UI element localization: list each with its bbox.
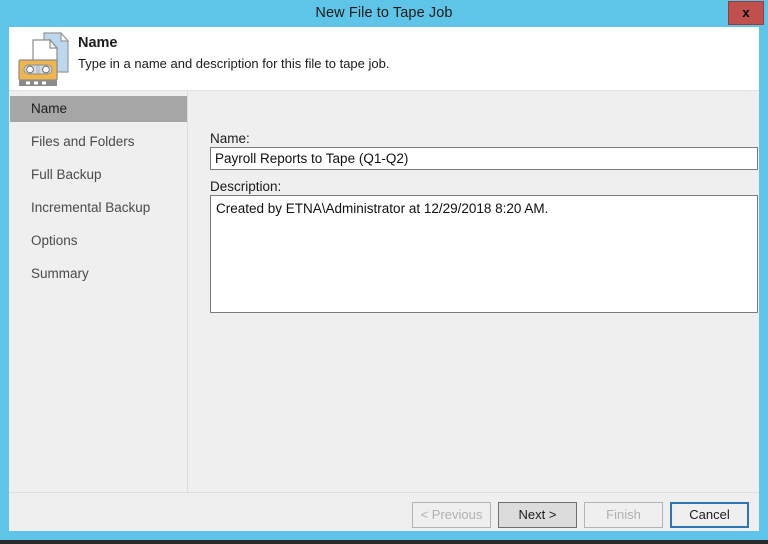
description-textarea[interactable] <box>210 195 758 313</box>
next-button[interactable]: Next > <box>498 502 577 528</box>
sidebar-item-full-backup[interactable]: Full Backup <box>10 162 187 188</box>
dialog-client-area: Name Type in a name and description for … <box>9 27 759 531</box>
finish-button[interactable]: Finish <box>584 502 663 528</box>
dialog-footer: < Previous Next > Finish Cancel <box>9 492 759 531</box>
wizard-step-list: Name Files and Folders Full Backup Incre… <box>9 91 188 492</box>
name-input[interactable] <box>210 147 758 170</box>
tape-and-files-icon <box>16 30 74 88</box>
title-bar: New File to Tape Job x <box>0 0 768 27</box>
sidebar-item-files-and-folders[interactable]: Files and Folders <box>10 129 187 155</box>
sidebar-item-options[interactable]: Options <box>10 228 187 254</box>
close-button[interactable]: x <box>728 1 764 25</box>
previous-button[interactable]: < Previous <box>412 502 491 528</box>
dialog-window: New File to Tape Job x Name Type in a na… <box>0 0 768 544</box>
cancel-button[interactable]: Cancel <box>670 502 749 528</box>
page-subtitle: Type in a name and description for this … <box>78 56 390 71</box>
sidebar-item-name[interactable]: Name <box>10 96 187 122</box>
page-title: Name <box>78 35 118 51</box>
wizard-header: Name Type in a name and description for … <box>9 27 759 91</box>
window-title: New File to Tape Job <box>315 5 453 21</box>
name-field-label: Name: <box>210 131 250 146</box>
sidebar-item-incremental-backup[interactable]: Incremental Backup <box>10 195 187 221</box>
dialog-body: Name Files and Folders Full Backup Incre… <box>9 91 759 531</box>
wizard-content-pane: Name: Description: <box>189 91 759 492</box>
sidebar-item-summary[interactable]: Summary <box>10 261 187 287</box>
description-field-label: Description: <box>210 179 282 194</box>
